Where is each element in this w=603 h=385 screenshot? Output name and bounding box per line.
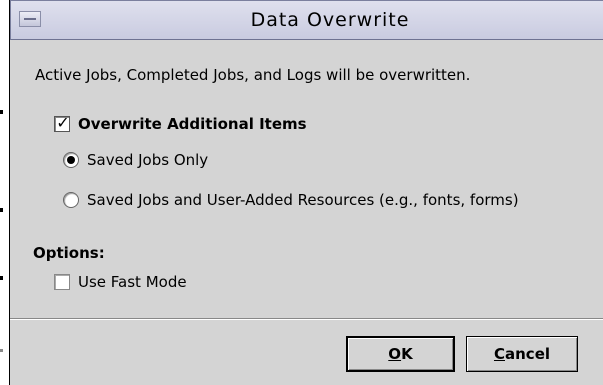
- background-edge-mark: [0, 110, 3, 114]
- cancel-button[interactable]: Cancel: [466, 336, 578, 372]
- radio-selected-dot: [67, 156, 75, 164]
- ok-button[interactable]: OK: [346, 336, 455, 372]
- ok-mnemonic: O: [388, 345, 402, 363]
- background-edge-mark: [0, 349, 3, 352]
- ok-label-rest: K: [401, 345, 413, 363]
- radio-button-unselected[interactable]: [63, 192, 79, 208]
- title-bar[interactable]: Data Overwrite: [10, 0, 603, 40]
- cancel-mnemonic: C: [493, 345, 505, 363]
- background-edge-mark: [0, 208, 3, 212]
- radio-label-saved-jobs-and-resources[interactable]: Saved Jobs and User-Added Resources (e.g…: [87, 191, 519, 209]
- use-fast-mode-label[interactable]: Use Fast Mode: [78, 273, 187, 291]
- overwrite-additional-checkbox[interactable]: ✓: [54, 113, 70, 132]
- radio-label-saved-jobs-only[interactable]: Saved Jobs Only: [87, 151, 208, 169]
- use-fast-mode-checkbox[interactable]: [54, 274, 70, 290]
- radio-button-selected[interactable]: [63, 152, 79, 168]
- background-edge-mark: [0, 276, 3, 280]
- checkmark-icon: ✓: [56, 113, 70, 132]
- dialog-title: Data Overwrite: [250, 9, 410, 31]
- options-heading: Options:: [33, 244, 105, 262]
- data-overwrite-dialog: Data Overwrite Active Jobs, Completed Jo…: [9, 0, 603, 385]
- button-area-divider: [10, 318, 603, 320]
- overwrite-message: Active Jobs, Completed Jobs, and Logs wi…: [35, 66, 471, 84]
- overwrite-additional-label[interactable]: Overwrite Additional Items: [78, 115, 307, 133]
- cancel-label-rest: ancel: [505, 345, 551, 363]
